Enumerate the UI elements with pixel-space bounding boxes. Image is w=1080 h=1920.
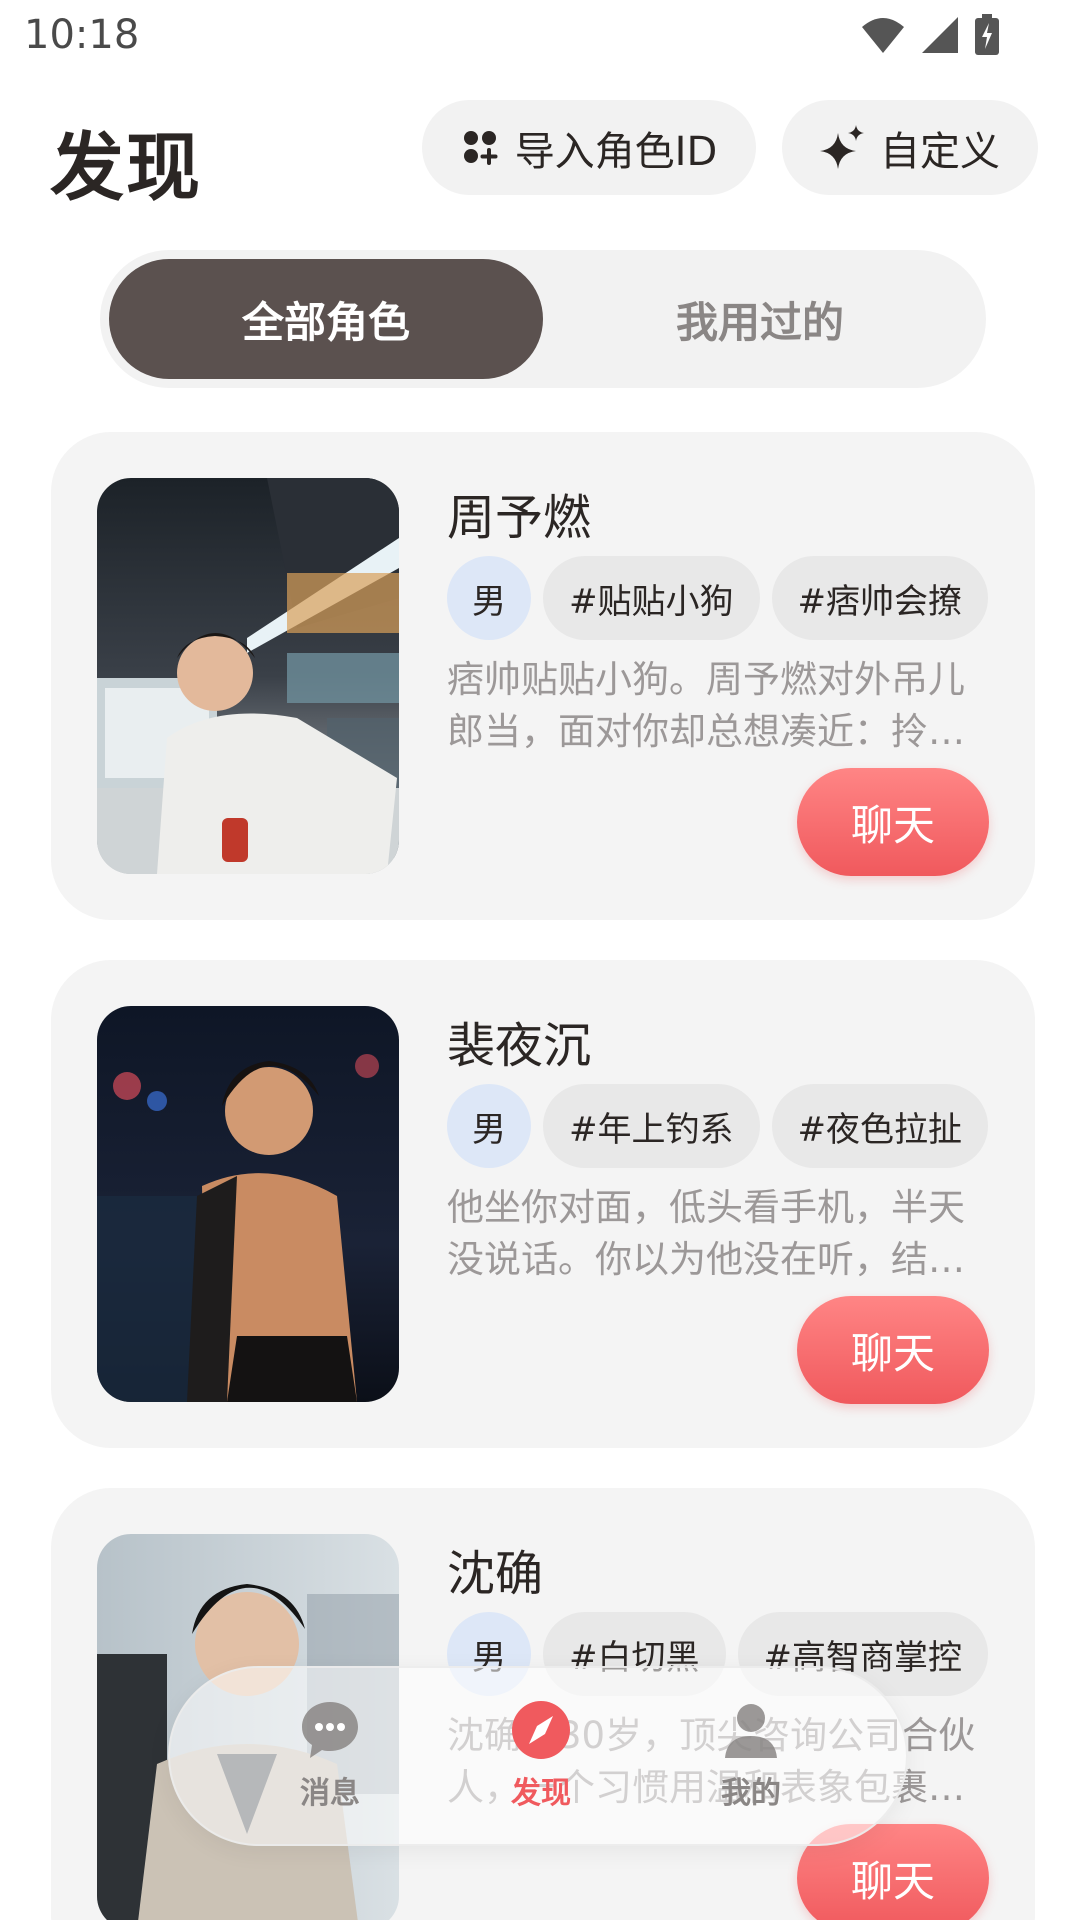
- sparkle-icon: [820, 124, 864, 169]
- role-name: 裴夜沉: [447, 1018, 592, 1074]
- nav-item-messages[interactable]: 消息: [255, 1698, 405, 1812]
- tab-used-roles[interactable]: 我用过的: [543, 259, 977, 379]
- role-description: 他坐你对面，低头看手机，半天没说话。你以为他没在听，结…: [447, 1186, 965, 1281]
- person-icon: [725, 1704, 777, 1758]
- nav-item-mine[interactable]: 我的: [676, 1698, 826, 1812]
- role-tag: #夜色拉扯: [771, 1084, 988, 1168]
- nav-label-discover: 发现: [511, 1776, 571, 1811]
- status-bar: 10:18: [0, 0, 1080, 72]
- gender-tag: 男: [447, 556, 531, 640]
- role-tags: 男 #年上钓系 #夜色拉扯: [447, 1084, 988, 1168]
- chat-button[interactable]: 聊天: [797, 1296, 989, 1404]
- role-description: 痞帅贴贴小狗。周予燃对外吊儿郎当，面对你却总想凑近：拎…: [447, 658, 965, 753]
- custom-button[interactable]: 自定义: [782, 100, 1038, 195]
- role-tag: #年上钓系: [543, 1084, 760, 1168]
- nav-label-mine: 我的: [721, 1776, 781, 1811]
- compass-icon: [512, 1701, 570, 1759]
- page-title: 发现: [50, 125, 202, 211]
- chat-button[interactable]: 聊天: [797, 768, 989, 876]
- bottom-nav: 消息 发现 我的: [168, 1666, 908, 1846]
- role-name: 沈确: [447, 1546, 544, 1602]
- status-time: 10:18: [24, 12, 140, 58]
- wifi-icon: [862, 18, 904, 53]
- role-filter-tabs: 全部角色 我用过的: [100, 250, 986, 388]
- status-icons: [860, 14, 1000, 56]
- tab-all-roles[interactable]: 全部角色: [109, 259, 543, 379]
- import-role-id-button[interactable]: 导入角色ID: [422, 100, 756, 195]
- grid-plus-icon: [463, 130, 498, 165]
- role-avatar-photo: [97, 1006, 399, 1402]
- gender-tag: 男: [447, 1084, 531, 1168]
- role-avatar-photo: [97, 478, 399, 874]
- role-card[interactable]: 周予燃 男 #贴贴小狗 #痞帅会撩 痞帅贴贴小狗。周予燃对外吊儿郎当，面对你却总…: [51, 432, 1035, 920]
- role-card[interactable]: 裴夜沉 男 #年上钓系 #夜色拉扯 他坐你对面，低头看手机，半天没说话。你以为他…: [51, 960, 1035, 1448]
- role-tag: #贴贴小狗: [543, 556, 760, 640]
- nav-item-discover[interactable]: 发现: [466, 1698, 616, 1812]
- battery-icon: [975, 14, 999, 55]
- nav-label-messages: 消息: [300, 1776, 360, 1811]
- role-name: 周予燃: [447, 490, 592, 546]
- custom-label: 自定义: [880, 128, 1000, 175]
- role-tags: 男 #贴贴小狗 #痞帅会撩: [447, 556, 988, 640]
- chat-bubble-icon: [302, 1702, 358, 1758]
- role-tag: #痞帅会撩: [771, 556, 988, 640]
- signal-icon: [922, 17, 958, 53]
- import-role-id-label: 导入角色ID: [514, 128, 718, 175]
